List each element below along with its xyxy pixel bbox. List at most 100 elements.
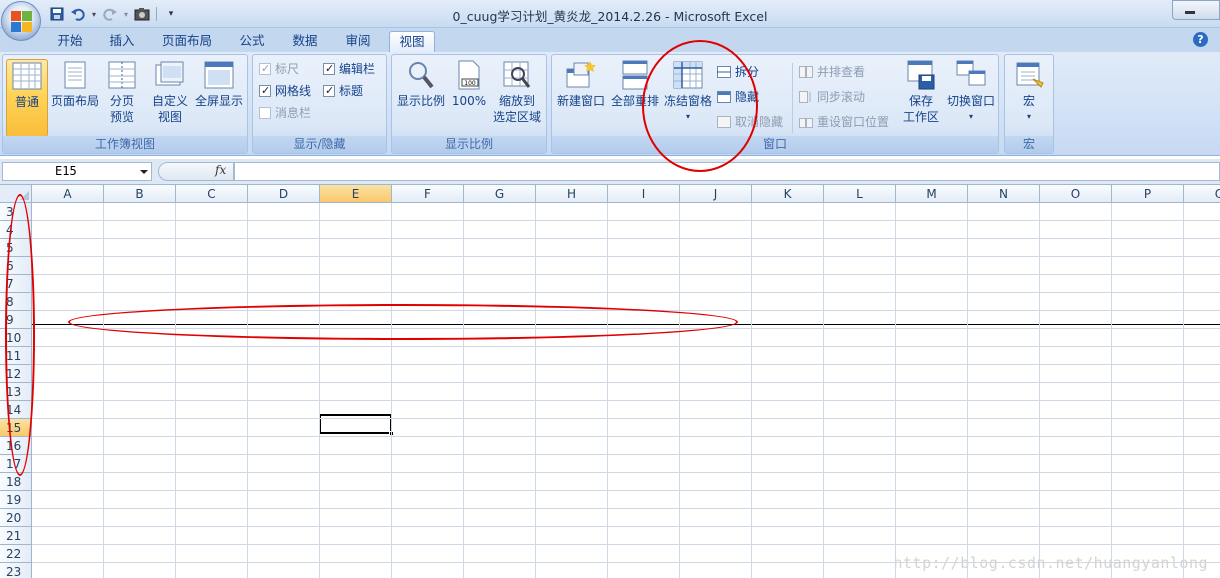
row-header-10[interactable]: 10 [0,329,32,347]
column-header-m[interactable]: M [896,185,968,203]
select-all-button[interactable] [0,185,32,203]
column-header-j[interactable]: J [680,185,752,203]
zoom-button[interactable]: 显示比例 [395,59,447,109]
arrange-all-button[interactable]: 全部重排 [608,59,662,109]
synchronous-scrolling-button[interactable]: 同步滚动 [799,88,865,106]
macros-dropdown-icon: ▾ [1026,112,1031,121]
office-button[interactable] [1,1,41,41]
minimize-button[interactable] [1172,0,1220,20]
column-header-k[interactable]: K [752,185,824,203]
column-header-n[interactable]: N [968,185,1040,203]
column-header-c[interactable]: C [176,185,248,203]
full-screen-button[interactable]: 全屏显示 [193,59,245,109]
column-header-p[interactable]: P [1112,185,1184,203]
page-layout-view-button[interactable]: 页面布局 [49,59,101,109]
row-header-16[interactable]: 16 [0,437,32,455]
ruler-label: 标尺 [275,62,300,76]
unhide-label: 取消隐藏 [735,115,784,129]
zoom-100-label: 100% [451,94,487,108]
save-workspace-button[interactable]: 保存 工作区 [898,59,944,125]
switch-windows-button[interactable]: 切换窗口 ▾ [944,59,998,125]
row-header-12[interactable]: 12 [0,365,32,383]
tab-home[interactable]: 开始 [48,31,92,52]
row-header-21[interactable]: 21 [0,527,32,545]
row-header-23[interactable]: 23 [0,563,32,578]
row-header-22[interactable]: 22 [0,545,32,563]
column-header-o[interactable]: O [1040,185,1112,203]
row-header-14[interactable]: 14 [0,401,32,419]
reset-window-position-button[interactable]: 重设窗口位置 [799,113,889,131]
formula-input[interactable] [234,162,1220,181]
column-header-d[interactable]: D [248,185,320,203]
row-header-19[interactable]: 19 [0,491,32,509]
column-header-f[interactable]: F [392,185,464,203]
row-header-20[interactable]: 20 [0,509,32,527]
tab-data[interactable]: 数据 [283,31,327,52]
grid-row-line [32,346,1220,347]
column-header-i[interactable]: I [608,185,680,203]
row-header-18[interactable]: 18 [0,473,32,491]
full-screen-icon [203,59,235,91]
normal-view-button[interactable]: 普通 [6,59,48,137]
row-header-17[interactable]: 17 [0,455,32,473]
row-header-8[interactable]: 8 [0,293,32,311]
tab-insert[interactable]: 插入 [100,31,144,52]
grid-column-line [175,203,176,578]
message-bar-checkbox[interactable]: 消息栏 [259,104,311,122]
grid-row-line [32,310,1220,311]
column-header-h[interactable]: H [536,185,608,203]
split-label: 拆分 [735,65,760,79]
grid-column-line [1183,203,1184,578]
row-header-7[interactable]: 7 [0,275,32,293]
macros-button[interactable]: 宏 ▾ [1008,59,1050,125]
spreadsheet-grid[interactable]: http://blog.csdn.net/huangyanlong ABCDEF… [0,185,1220,578]
grid-row-line [32,328,1220,329]
column-header-e[interactable]: E [320,185,392,203]
column-header-q[interactable]: Q [1184,185,1220,203]
arrange-all-icon [619,59,651,91]
help-icon[interactable]: ? [1193,32,1208,47]
column-header-b[interactable]: B [104,185,176,203]
gridlines-checkbox[interactable]: 网格线 [259,82,311,100]
ruler-checkbox[interactable]: 标尺 [259,60,299,78]
insert-function-button[interactable]: fx [215,163,226,177]
row-header-3[interactable]: 3 [0,203,32,221]
row-header-6[interactable]: 6 [0,257,32,275]
row-header-4[interactable]: 4 [0,221,32,239]
view-side-by-side-button[interactable]: 并排查看 [799,63,865,81]
active-cell-e15[interactable] [319,414,394,436]
reset-position-icon [799,115,813,128]
row-header-5[interactable]: 5 [0,239,32,257]
page-break-preview-button[interactable]: 分页 预览 [102,59,142,125]
headings-checkbox[interactable]: 标题 [323,82,363,100]
custom-views-button[interactable]: 自定义 视图 [149,59,191,125]
tab-review[interactable]: 审阅 [336,31,380,52]
zoom-to-selection-button[interactable]: 缩放到 选定区域 [490,59,544,125]
switch-windows-dropdown-icon: ▾ [968,112,973,121]
window-group-separator [792,63,793,133]
row-header-13[interactable]: 13 [0,383,32,401]
column-header-g[interactable]: G [464,185,536,203]
name-box-dropdown-icon[interactable] [140,170,148,174]
unhide-button[interactable]: 取消隐藏 [717,113,783,131]
formula-bar-checkbox[interactable]: 编辑栏 [323,60,375,78]
tab-view[interactable]: 视图 [389,31,435,52]
reset-position-label: 重设窗口位置 [817,115,890,129]
tab-formulas[interactable]: 公式 [230,31,274,52]
zoom-100-icon: 100 [453,59,485,91]
tab-page-layout[interactable]: 页面布局 [152,31,222,52]
zoom-100-button[interactable]: 100 100% [450,59,488,109]
split-button[interactable]: 拆分 [717,63,759,81]
freeze-panes-button[interactable]: 冻结窗格 ▾ [662,59,714,125]
sync-scroll-icon [799,90,813,103]
column-header-l[interactable]: L [824,185,896,203]
row-header-15[interactable]: 15 [0,419,32,437]
group-window: 新建窗口 全部重排 冻结窗格 ▾ 拆分 隐藏 取消隐藏 并排查看 同步滚动 重设… [551,54,999,154]
name-box[interactable]: E15 [2,162,152,181]
column-header-a[interactable]: A [32,185,104,203]
row-header-9[interactable]: 9 [0,311,32,329]
hide-button[interactable]: 隐藏 [717,88,759,106]
row-header-11[interactable]: 11 [0,347,32,365]
new-window-button[interactable]: 新建窗口 [554,59,608,109]
message-bar-label: 消息栏 [275,106,312,120]
